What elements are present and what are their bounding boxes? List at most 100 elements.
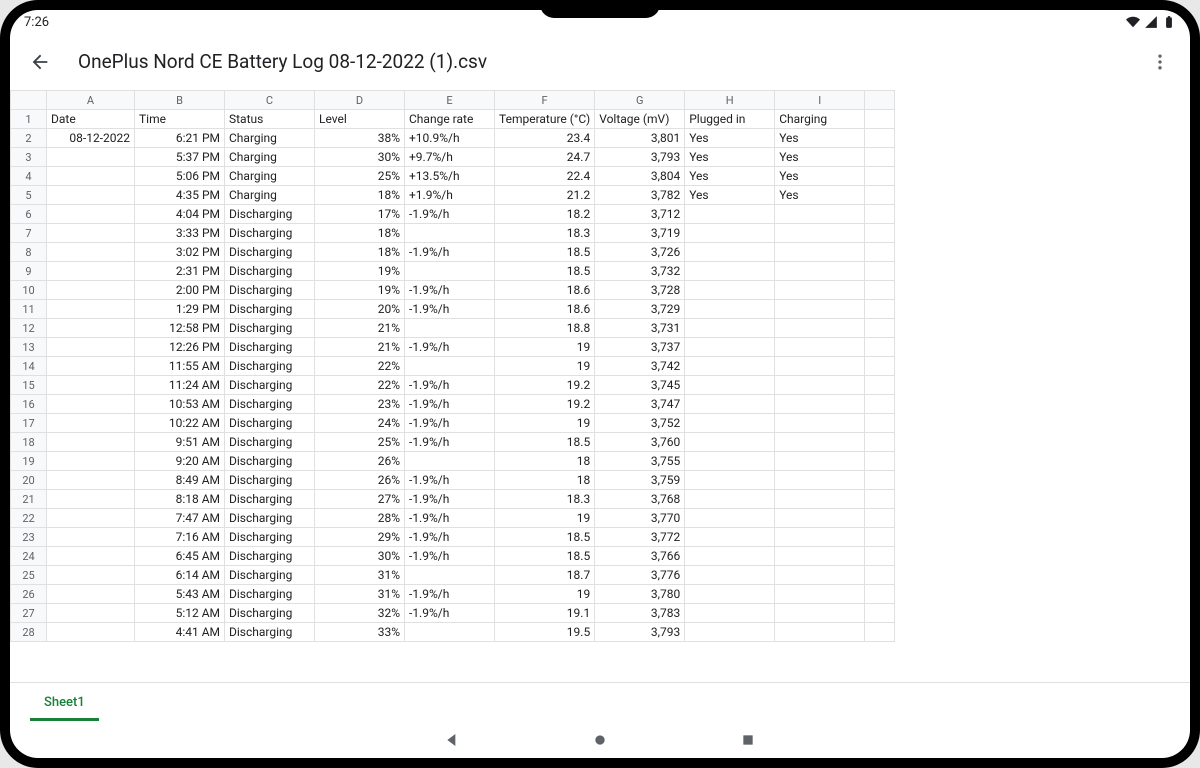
spreadsheet-table[interactable]: A B C D E F G H I 1DateTimeStatusLevelCh… (10, 90, 895, 642)
cell[interactable]: Time (135, 110, 225, 129)
cell[interactable] (685, 338, 775, 357)
table-row[interactable]: 199:20 AMDischarging26%183,755 (11, 452, 895, 471)
cell[interactable]: 2:00 PM (135, 281, 225, 300)
cell[interactable]: 11:55 AM (135, 357, 225, 376)
cell[interactable]: -1.9%/h (405, 471, 495, 490)
cell[interactable] (865, 110, 895, 129)
cell[interactable] (685, 205, 775, 224)
cell[interactable] (47, 186, 135, 205)
cell[interactable] (685, 357, 775, 376)
cell[interactable] (47, 338, 135, 357)
table-row[interactable]: 1511:24 AMDischarging22%-1.9%/h19.23,745 (11, 376, 895, 395)
row-header[interactable]: 9 (11, 262, 47, 281)
cell[interactable]: 4:35 PM (135, 186, 225, 205)
cell[interactable] (775, 243, 865, 262)
cell[interactable] (865, 281, 895, 300)
table-row[interactable]: 92:31 PMDischarging19%18.53,732 (11, 262, 895, 281)
cell[interactable] (775, 509, 865, 528)
cell[interactable] (47, 148, 135, 167)
cell[interactable] (685, 623, 775, 642)
row-header[interactable]: 18 (11, 433, 47, 452)
cell[interactable]: 12:58 PM (135, 319, 225, 338)
row-header[interactable]: 26 (11, 585, 47, 604)
cell[interactable]: Discharging (225, 509, 315, 528)
cell[interactable] (865, 566, 895, 585)
cell[interactable]: Yes (685, 148, 775, 167)
cell[interactable] (47, 414, 135, 433)
cell[interactable] (865, 186, 895, 205)
cell[interactable]: 3,770 (595, 509, 685, 528)
cell[interactable]: 19 (495, 357, 595, 376)
cell[interactable] (405, 566, 495, 585)
cell[interactable]: 8:49 AM (135, 471, 225, 490)
cell[interactable]: Discharging (225, 623, 315, 642)
cell[interactable] (865, 623, 895, 642)
cell[interactable] (775, 262, 865, 281)
cell[interactable]: 25% (315, 433, 405, 452)
cell[interactable] (865, 452, 895, 471)
cell[interactable]: 3,793 (595, 148, 685, 167)
cell[interactable] (865, 395, 895, 414)
cell[interactable]: Discharging (225, 528, 315, 547)
cell[interactable]: Discharging (225, 319, 315, 338)
table-row[interactable]: 45:06 PMCharging25%+13.5%/h22.43,804YesY… (11, 167, 895, 186)
cell[interactable] (405, 452, 495, 471)
cell[interactable]: Discharging (225, 566, 315, 585)
cell[interactable] (47, 395, 135, 414)
cell[interactable]: 26% (315, 471, 405, 490)
cell[interactable]: Discharging (225, 300, 315, 319)
cell[interactable]: 3,745 (595, 376, 685, 395)
cell[interactable]: 30% (315, 148, 405, 167)
cell[interactable] (865, 338, 895, 357)
cell[interactable] (865, 205, 895, 224)
cell[interactable]: Plugged in (685, 110, 775, 129)
table-row[interactable]: 1411:55 AMDischarging22%193,742 (11, 357, 895, 376)
cell[interactable]: 22.4 (495, 167, 595, 186)
cell[interactable]: 18% (315, 243, 405, 262)
cell[interactable]: Charging (225, 186, 315, 205)
cell[interactable]: Discharging (225, 376, 315, 395)
row-header[interactable]: 21 (11, 490, 47, 509)
cell[interactable]: -1.9%/h (405, 243, 495, 262)
row-header[interactable]: 5 (11, 186, 47, 205)
cell[interactable] (685, 414, 775, 433)
table-row[interactable]: 1312:26 PMDischarging21%-1.9%/h193,737 (11, 338, 895, 357)
cell[interactable]: -1.9%/h (405, 509, 495, 528)
cell[interactable]: 18% (315, 186, 405, 205)
cell[interactable]: 23% (315, 395, 405, 414)
table-row[interactable]: 256:14 AMDischarging31%18.73,776 (11, 566, 895, 585)
cell[interactable]: Yes (685, 167, 775, 186)
cell[interactable] (865, 319, 895, 338)
cell[interactable] (685, 604, 775, 623)
cell[interactable] (685, 395, 775, 414)
cell[interactable] (775, 585, 865, 604)
cell[interactable] (865, 167, 895, 186)
cell[interactable] (775, 566, 865, 585)
cell[interactable] (47, 566, 135, 585)
cell[interactable] (865, 243, 895, 262)
cell[interactable]: 5:06 PM (135, 167, 225, 186)
cell[interactable] (47, 167, 135, 186)
cell[interactable] (47, 205, 135, 224)
cell[interactable]: 3,728 (595, 281, 685, 300)
cell[interactable] (685, 509, 775, 528)
cell[interactable] (775, 604, 865, 623)
cell[interactable]: Discharging (225, 471, 315, 490)
cell[interactable]: 19 (495, 414, 595, 433)
table-row[interactable]: 54:35 PMCharging18%+1.9%/h21.23,782YesYe… (11, 186, 895, 205)
cell[interactable] (775, 281, 865, 300)
cell[interactable]: 18% (315, 224, 405, 243)
cell[interactable]: -1.9%/h (405, 490, 495, 509)
cell[interactable]: -1.9%/h (405, 205, 495, 224)
cell[interactable]: 24% (315, 414, 405, 433)
cell[interactable]: 31% (315, 566, 405, 585)
cell[interactable]: 18.6 (495, 300, 595, 319)
cell[interactable]: 2:31 PM (135, 262, 225, 281)
cell[interactable] (47, 471, 135, 490)
cell[interactable] (865, 300, 895, 319)
table-row[interactable]: 1212:58 PMDischarging21%18.83,731 (11, 319, 895, 338)
row-header[interactable]: 8 (11, 243, 47, 262)
cell[interactable]: 18 (495, 452, 595, 471)
cell[interactable]: Yes (775, 186, 865, 205)
row-header[interactable]: 13 (11, 338, 47, 357)
